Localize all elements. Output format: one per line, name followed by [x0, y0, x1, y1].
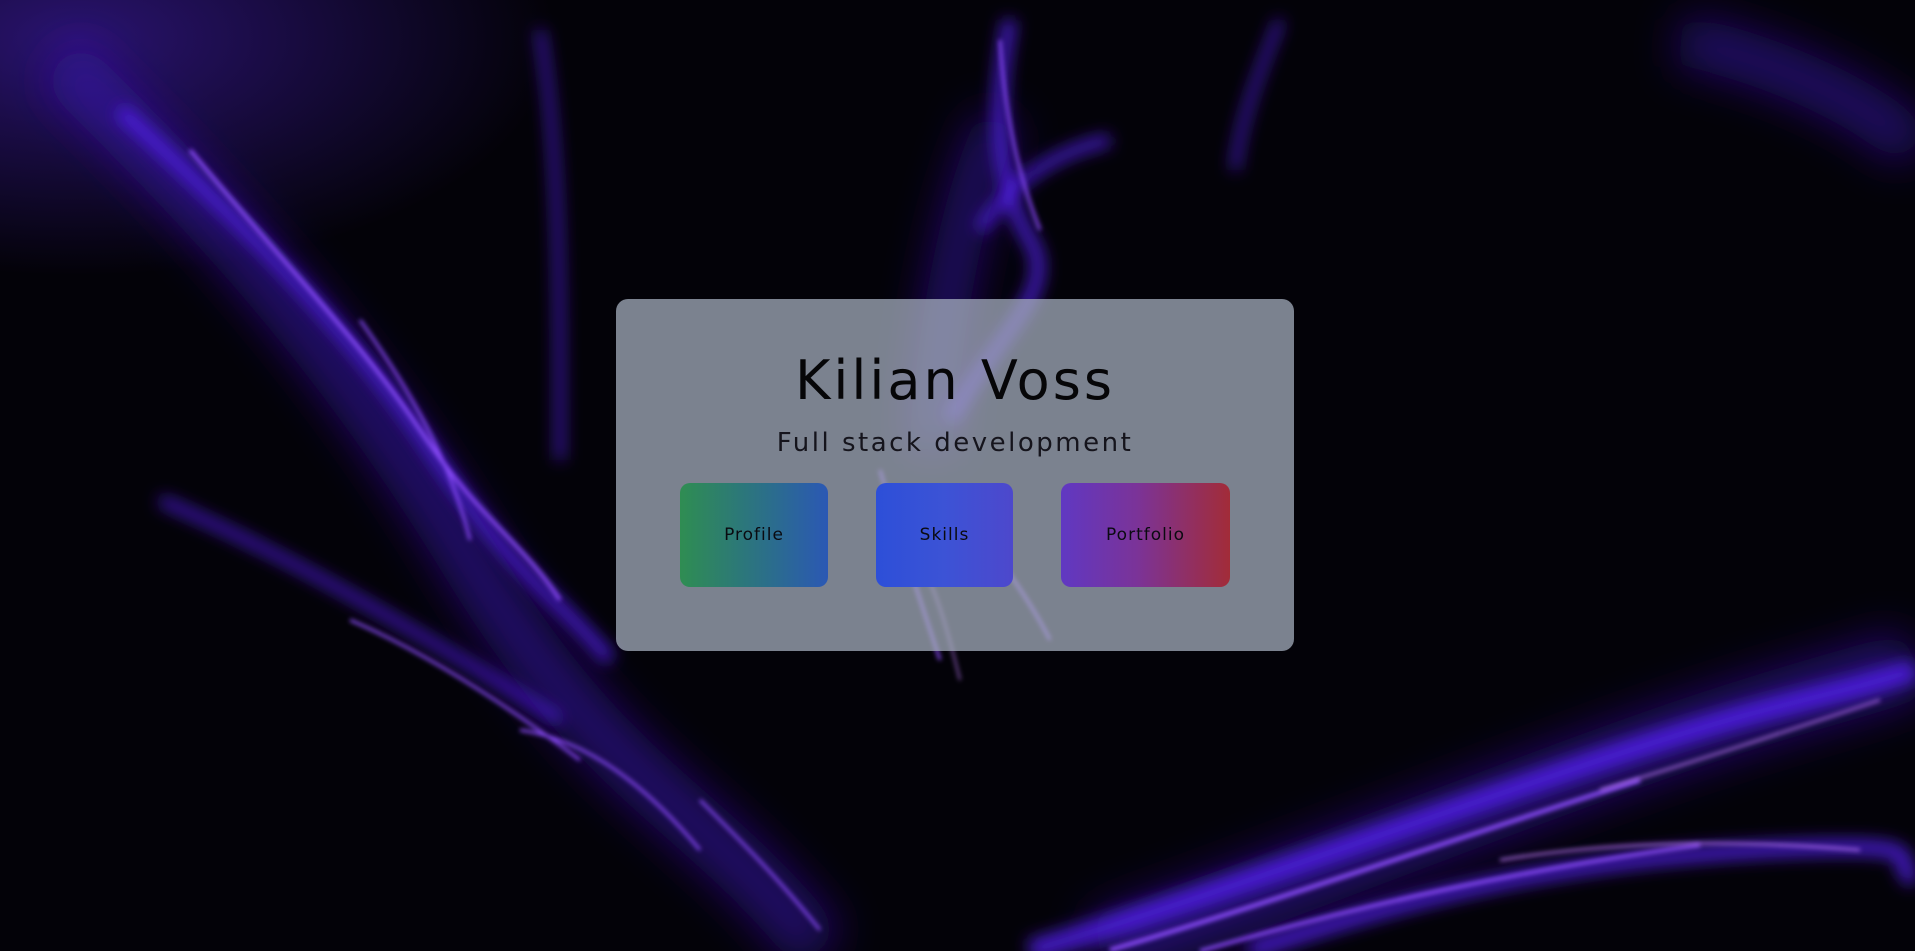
- intro-card: Kilian Voss Full stack development Profi…: [616, 299, 1294, 651]
- portfolio-button-label: Portfolio: [1106, 525, 1185, 545]
- skills-button-label: Skills: [919, 525, 970, 545]
- page-title: Kilian Voss: [795, 349, 1115, 412]
- skills-button[interactable]: Skills: [876, 483, 1013, 587]
- portfolio-button[interactable]: Portfolio: [1061, 483, 1230, 587]
- page: Kilian Voss Full stack development Profi…: [0, 0, 1915, 951]
- profile-button-label: Profile: [724, 525, 784, 545]
- profile-button[interactable]: Profile: [680, 483, 828, 587]
- page-subtitle: Full stack development: [776, 428, 1134, 458]
